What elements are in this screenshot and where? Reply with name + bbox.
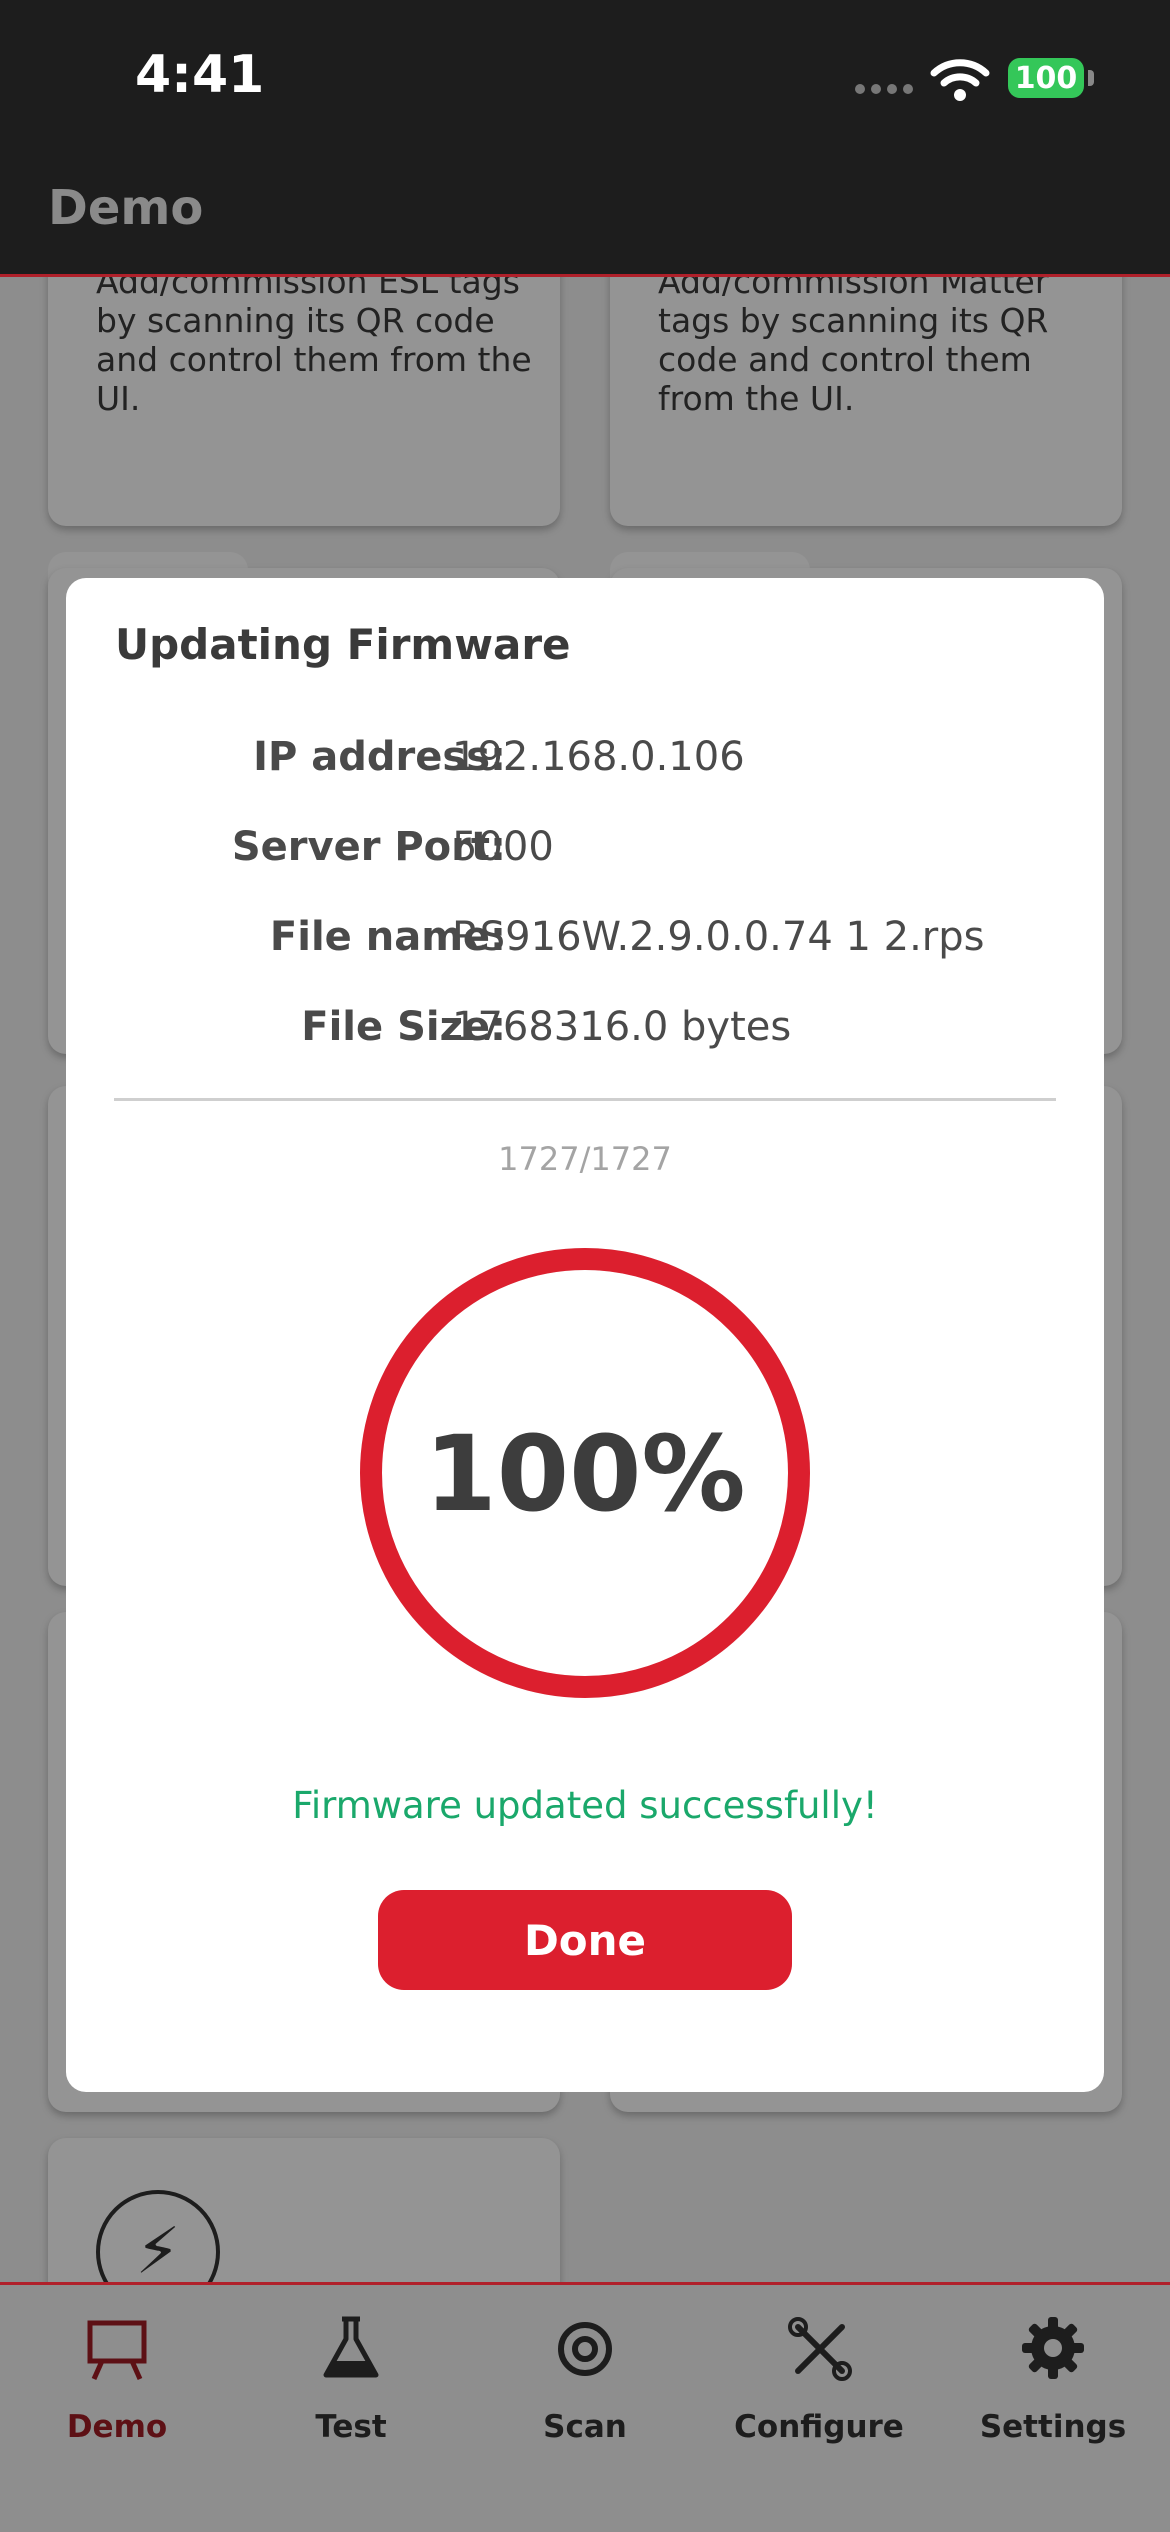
info-row-port: Server Port: 5000: [66, 824, 1104, 884]
battery-icon: 100: [1008, 58, 1084, 98]
battery-tip: [1088, 70, 1094, 86]
info-value: 1768316.0 bytes: [452, 1004, 792, 1050]
nav-bar: Demo: [0, 150, 1170, 277]
status-time: 4:41: [135, 45, 265, 105]
app-screen: Add/commission ESL tags by scanning its …: [0, 0, 1170, 2532]
tab-bar-dim-overlay: [0, 2285, 1170, 2532]
nav-title: Demo: [48, 180, 204, 236]
cellular-signal-icon: [855, 84, 915, 98]
info-row-file-name: File name: RS916W.2.9.0.0.74 1 2.rps: [66, 914, 1104, 974]
info-row-file-size: File Size: 1768316.0 bytes: [66, 1004, 1104, 1064]
dialog-divider: [114, 1098, 1056, 1101]
tab-bar: Demo Test Scan Configure Settings: [0, 2282, 1170, 2532]
info-value: 192.168.0.106: [452, 734, 745, 780]
progress-percent: 100%: [424, 1413, 746, 1535]
info-row-ip: IP address: 192.168.0.106: [66, 734, 1104, 794]
wifi-icon: [930, 59, 990, 101]
info-value: 5000: [452, 824, 554, 870]
done-button[interactable]: Done: [378, 1890, 792, 1990]
firmware-update-dialog: Updating Firmware IP address: 192.168.0.…: [66, 578, 1104, 2092]
progress-counter: 1727/1727: [498, 1140, 672, 1178]
info-value: RS916W.2.9.0.0.74 1 2.rps: [452, 914, 985, 960]
dialog-title: Updating Firmware: [115, 620, 571, 669]
status-bar: 4:41 100: [0, 0, 1170, 150]
status-message: Firmware updated successfully!: [292, 1784, 878, 1827]
